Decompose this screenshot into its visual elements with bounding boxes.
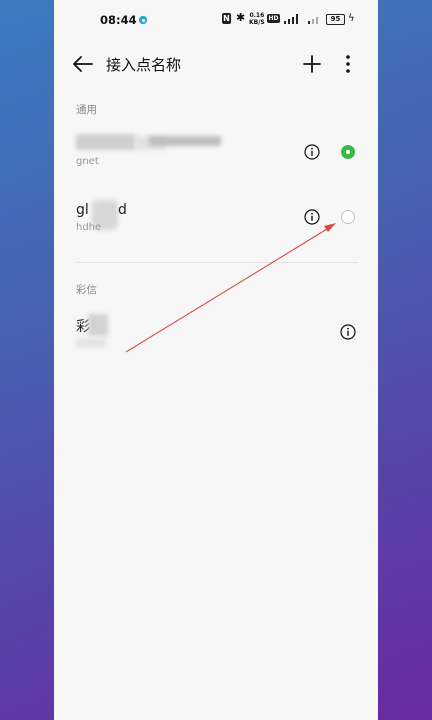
charging-icon: ϟ: [348, 13, 355, 24]
more-vertical-icon[interactable]: [340, 54, 356, 74]
apn-radio-unselected[interactable]: [341, 210, 355, 224]
info-icon[interactable]: [340, 324, 356, 340]
status-time: 08:44: [100, 13, 137, 27]
apn-name-prefix: gl: [76, 202, 89, 218]
info-icon[interactable]: [304, 209, 320, 225]
toolbar: 接入点名称: [54, 44, 378, 84]
nfc-icon: N: [222, 13, 231, 24]
network-speed: 0.16 KB/S: [249, 12, 265, 26]
pixelated-name-block: [76, 338, 106, 348]
section-divider: [76, 262, 358, 263]
info-icon[interactable]: [304, 144, 320, 160]
signal-strength-secondary-icon: [308, 17, 318, 24]
status-icons: N ✱ 0.16 KB/S HD 95 ϟ: [222, 11, 362, 28]
apn-subtitle: gnet: [76, 156, 99, 167]
pixelated-name-block: [149, 136, 221, 146]
status-bar: 08:44 N ✱ 0.16 KB/S HD 95 ϟ: [54, 0, 378, 40]
notification-dot-icon: [139, 16, 147, 24]
network-speed-unit: KB/S: [249, 19, 265, 26]
battery-icon: 95: [326, 14, 345, 25]
arrow-left-icon[interactable]: [72, 54, 94, 74]
apn-item-1[interactable]: gnet: [54, 124, 378, 180]
bluetooth-icon: ✱: [236, 11, 246, 24]
hd-voice-icon: HD: [267, 14, 280, 23]
apn-item-2[interactable]: gl d hdhe: [54, 190, 378, 246]
phone-screen: 08:44 N ✱ 0.16 KB/S HD 95 ϟ 接入点名称 通用 gne…: [54, 0, 378, 720]
apn-radio-selected[interactable]: [341, 145, 355, 159]
page-title: 接入点名称: [106, 56, 182, 74]
network-speed-value: 0.16: [249, 12, 265, 19]
section-label-mms: 彩信: [76, 284, 97, 296]
plus-icon[interactable]: [302, 54, 322, 74]
apn-subtitle: hdhe: [76, 222, 102, 233]
pixelated-name-block: [76, 134, 136, 150]
section-label-general: 通用: [76, 104, 97, 116]
signal-strength-icon: [284, 14, 298, 24]
pixelated-name-block: [88, 314, 108, 336]
apn-name-suffix: d: [118, 202, 127, 218]
apn-item-mms[interactable]: 彩: [54, 306, 378, 362]
